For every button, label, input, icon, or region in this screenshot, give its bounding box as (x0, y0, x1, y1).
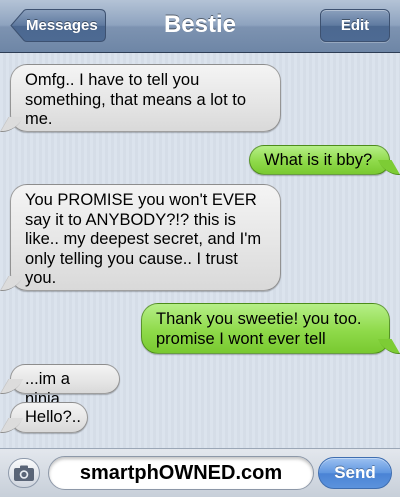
incoming-message-bubble: Omfg.. I have to tell you something, tha… (10, 64, 281, 132)
message-list[interactable]: Omfg.. I have to tell you something, tha… (0, 53, 400, 448)
message-text: Thank you sweetie! you too. promise I wo… (156, 310, 362, 348)
message-text: Hello?.. (25, 408, 81, 426)
message-input[interactable]: smartphOWNED.com (48, 456, 314, 490)
outgoing-message-bubble: Thank you sweetie! you too. promise I wo… (141, 303, 390, 354)
incoming-message-bubble: Hello?.. (10, 402, 88, 433)
camera-button[interactable] (8, 458, 40, 488)
message-text: You PROMISE you won't EVER say it to ANY… (25, 191, 262, 287)
outgoing-message-bubble: What is it bby? (249, 145, 390, 175)
message-text: What is it bby? (264, 151, 373, 169)
message-composer: smartphOWNED.com Send (0, 448, 400, 497)
camera-icon (14, 465, 34, 481)
incoming-message-bubble: ...im a ninja (10, 364, 120, 408)
navigation-bar: Messages Bestie Edit (0, 0, 400, 53)
message-text: Omfg.. I have to tell you something, tha… (25, 71, 247, 128)
edit-button[interactable]: Edit (320, 9, 390, 42)
send-button[interactable]: Send (318, 457, 392, 489)
incoming-message-bubble: You PROMISE you won't EVER say it to ANY… (10, 184, 281, 291)
